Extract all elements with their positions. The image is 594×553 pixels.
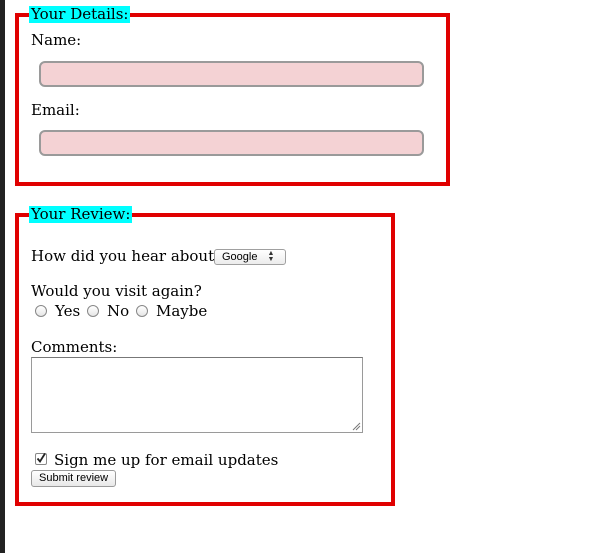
email-input[interactable]	[39, 130, 424, 156]
visit-radio-no[interactable]	[87, 305, 99, 317]
email-updates-checkbox[interactable]	[35, 453, 47, 465]
select-arrows-icon: ▲ ▼	[267, 250, 275, 263]
window-edge	[0, 0, 5, 553]
heard-select-value: Google	[222, 251, 258, 263]
visit-label: Would you visit again?	[31, 282, 202, 300]
heard-select[interactable]: Google ▲ ▼	[214, 249, 286, 265]
email-label: Email:	[31, 101, 80, 119]
name-input[interactable]	[39, 61, 424, 87]
review-legend: Your Review:	[29, 205, 133, 223]
visit-radio-yes[interactable]	[35, 305, 47, 317]
details-legend: Your Details:	[29, 5, 131, 23]
submit-review-button[interactable]: Submit review	[31, 470, 117, 487]
visit-radio-maybe[interactable]	[136, 305, 148, 317]
checkmark-icon	[36, 453, 46, 464]
email-updates-label: Sign me up for email updates	[54, 451, 279, 469]
name-label: Name:	[31, 31, 82, 49]
visit-option-no: No	[107, 302, 130, 320]
visit-option-yes: Yes	[55, 302, 81, 320]
visit-option-maybe: Maybe	[156, 302, 208, 320]
heard-label: How did you hear about us?	[31, 247, 245, 265]
comments-label: Comments:	[31, 338, 118, 356]
comments-textarea[interactable]	[31, 357, 363, 433]
resize-grip-icon[interactable]	[352, 422, 361, 431]
